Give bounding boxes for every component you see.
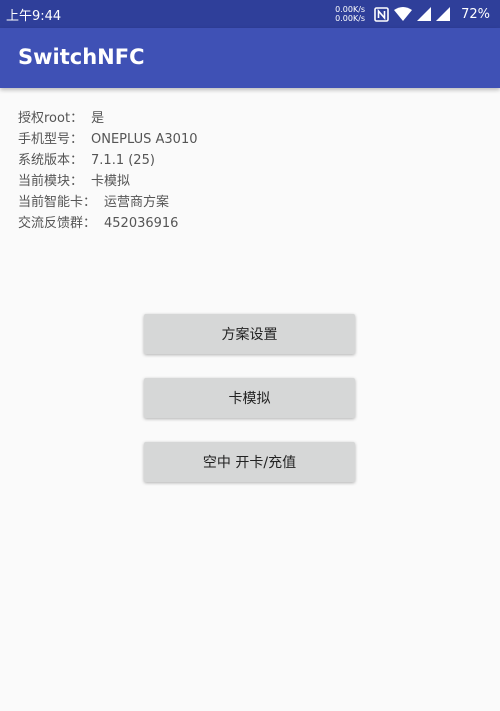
signal-icon xyxy=(417,7,432,21)
info-row-version: 系统版本： 7.1.1 (25) xyxy=(18,150,198,171)
info-label: 当前模块： xyxy=(18,174,84,189)
info-value: 是 xyxy=(91,111,105,126)
device-info: 授权root： 是 手机型号： ONEPLUS A3010 系统版本： 7.1.… xyxy=(18,108,198,234)
info-row-feedback-group: 交流反馈群： 452036916 xyxy=(18,213,198,234)
info-label: 授权root： xyxy=(18,111,84,126)
info-label: 系统版本： xyxy=(18,153,84,168)
info-row-smartcard: 当前智能卡： 运营商方案 xyxy=(18,192,198,213)
info-label: 当前智能卡： xyxy=(18,195,97,210)
info-row-root: 授权root： 是 xyxy=(18,108,198,129)
info-value: 452036916 xyxy=(104,216,179,231)
app-title: SwitchNFC xyxy=(18,45,145,69)
info-row-model: 手机型号： ONEPLUS A3010 xyxy=(18,129,198,150)
info-row-module: 当前模块： 卡模拟 xyxy=(18,171,198,192)
app-bar: SwitchNFC xyxy=(0,28,500,88)
info-label: 交流反馈群： xyxy=(18,216,97,231)
info-label: 手机型号： xyxy=(18,132,84,147)
status-icons: 0.00K/s 0.00K/s 72% xyxy=(335,0,490,28)
info-value: 卡模拟 xyxy=(91,174,131,189)
battery-percent: 72% xyxy=(461,6,490,22)
nfc-icon xyxy=(374,6,389,22)
signal-icon xyxy=(436,7,451,21)
info-value: ONEPLUS A3010 xyxy=(91,132,198,147)
scheme-settings-button[interactable]: 方案设置 xyxy=(144,314,355,354)
net-speed-down: 0.00K/s xyxy=(335,14,366,23)
card-emulation-button[interactable]: 卡模拟 xyxy=(144,378,355,418)
status-bar: 上午9:44 0.00K/s 0.00K/s 72% xyxy=(0,0,500,28)
net-speed-up: 0.00K/s xyxy=(335,5,366,14)
wifi-icon xyxy=(394,6,413,22)
ota-topup-button[interactable]: 空中 开卡/充值 xyxy=(144,442,355,482)
info-value: 运营商方案 xyxy=(104,195,170,210)
info-value: 7.1.1 (25) xyxy=(91,153,155,168)
status-time: 上午9:44 xyxy=(6,9,62,24)
net-speed: 0.00K/s 0.00K/s xyxy=(335,5,365,23)
